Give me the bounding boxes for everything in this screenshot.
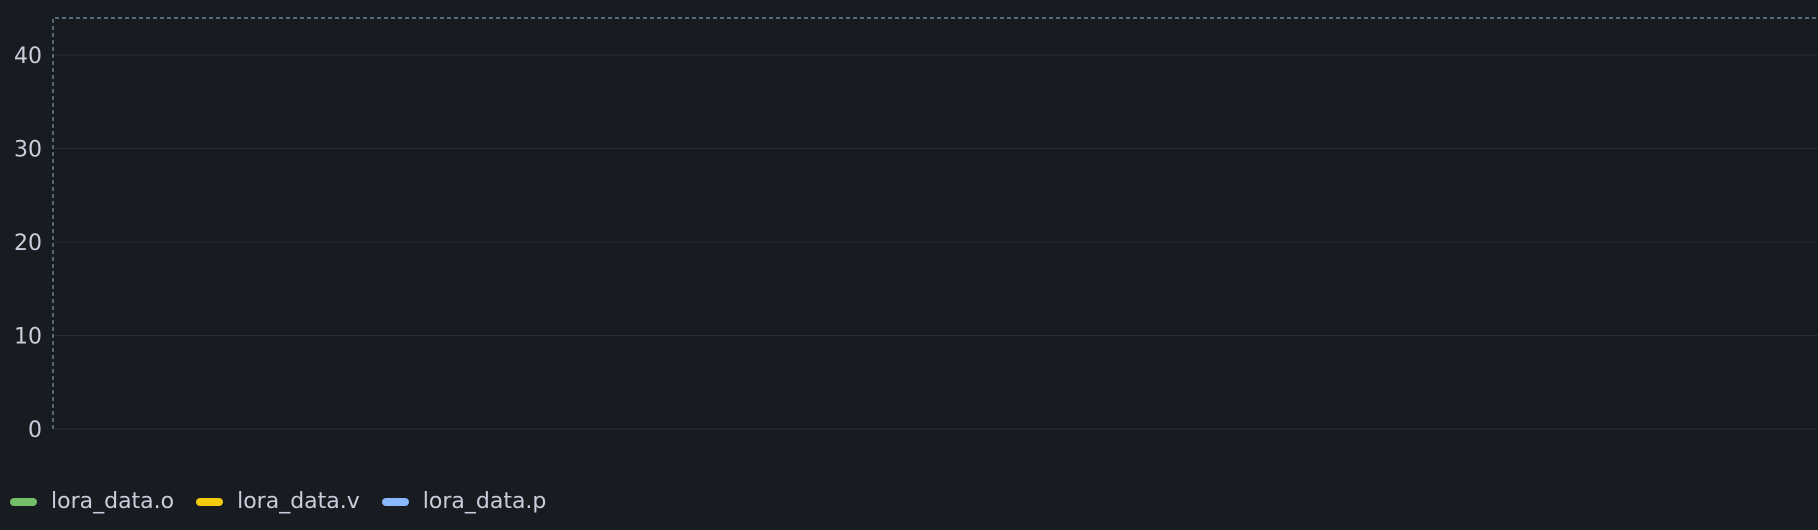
legend: lora_data.o lora_data.v lora_data.p <box>10 487 546 517</box>
line-chart: 01020304017:1017:1517:2017:25 <box>14 17 1818 443</box>
y-tick-label: 40 <box>14 44 42 69</box>
crosshair-region-outline <box>52 17 1818 429</box>
y-tick-label: 20 <box>14 231 42 256</box>
y-tick-label: 10 <box>14 325 42 350</box>
time-series-panel: 01020304017:1017:1517:2017:25 lora_data.… <box>0 0 1818 530</box>
y-tick-label: 30 <box>14 138 42 163</box>
legend-item[interactable]: lora_data.o <box>10 487 174 517</box>
legend-label: lora_data.p <box>422 489 547 514</box>
y-tick-label: 0 <box>28 418 42 443</box>
legend-swatch <box>10 498 37 506</box>
legend-item[interactable]: lora_data.p <box>381 487 547 517</box>
legend-label: lora_data.v <box>237 489 360 514</box>
legend-item[interactable]: lora_data.v <box>196 487 360 517</box>
legend-swatch <box>381 498 409 506</box>
legend-label: lora_data.o <box>51 489 175 514</box>
legend-swatch <box>196 498 224 506</box>
